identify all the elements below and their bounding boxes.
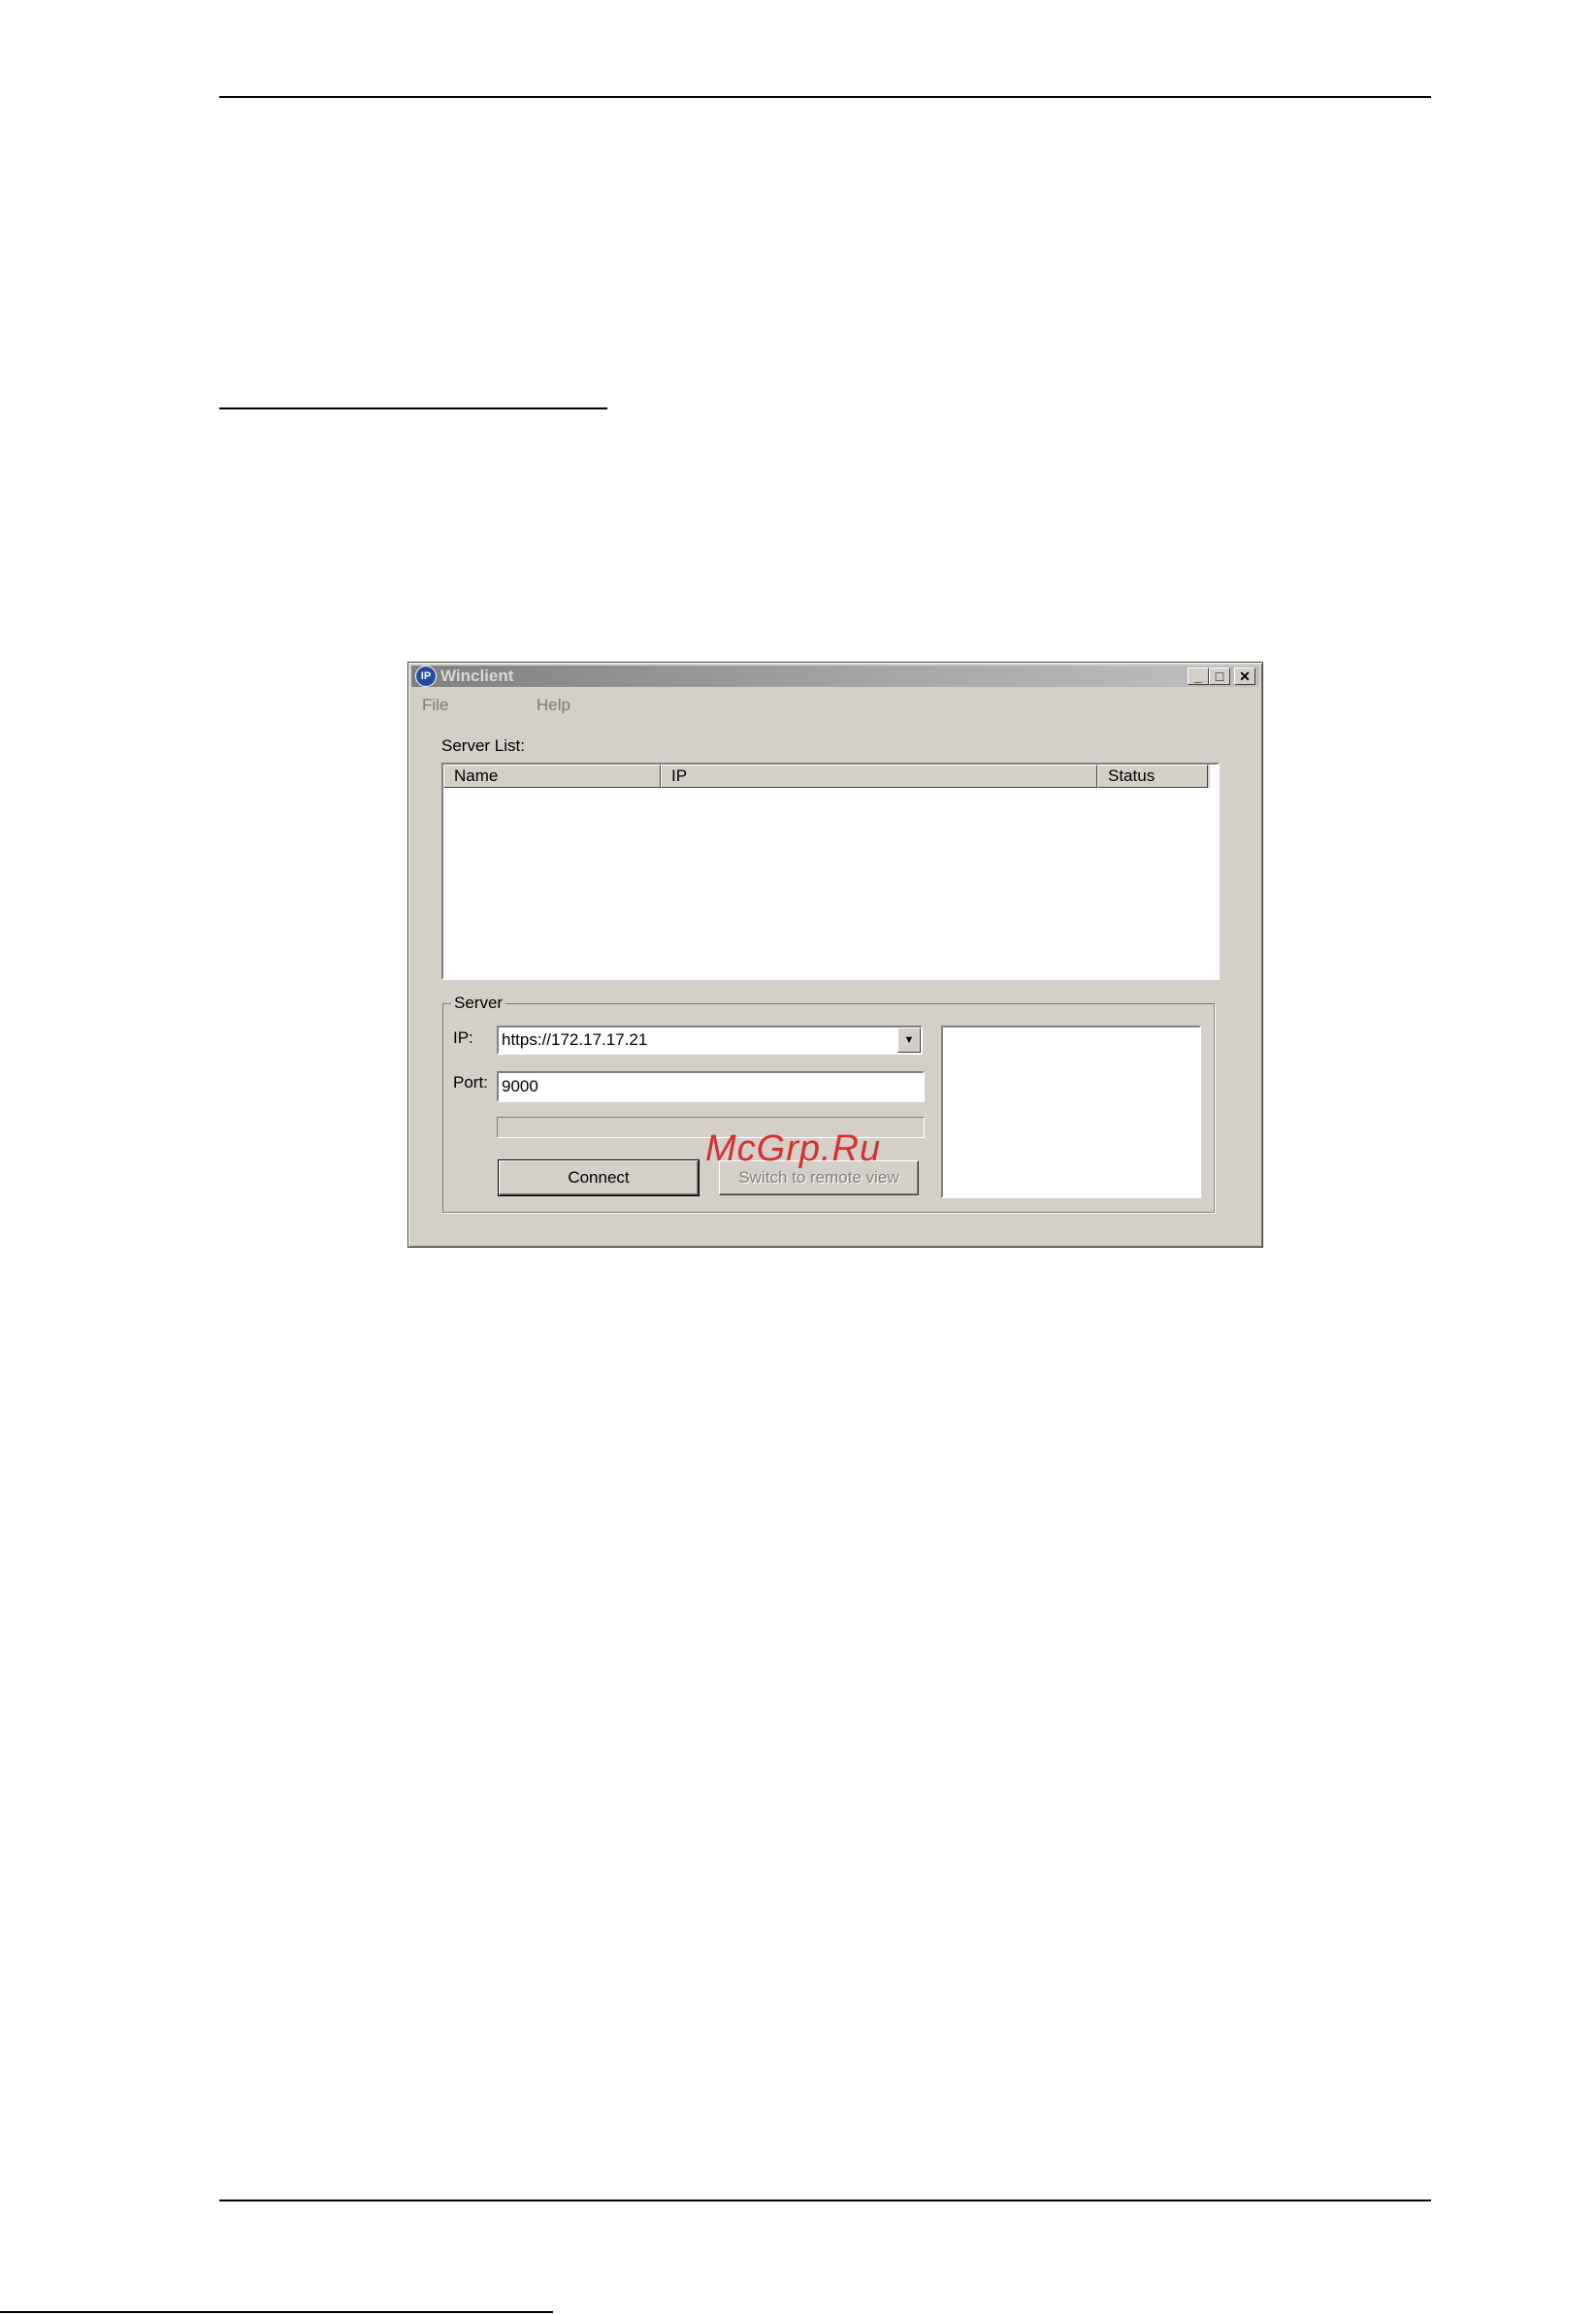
preview-panel (941, 1026, 1201, 1198)
server-group-legend: Server (451, 994, 506, 1013)
menu-file[interactable]: File (422, 696, 448, 715)
ip-logo-icon: IP (415, 666, 437, 687)
page-bottom-rule (0, 2311, 553, 2313)
footer-rule (219, 2200, 1431, 2201)
header-rule (219, 96, 1431, 98)
section-underline (219, 407, 607, 409)
column-header-ip[interactable]: IP (661, 765, 1097, 788)
column-header-status[interactable]: Status (1097, 765, 1208, 788)
port-input[interactable]: 9000 (497, 1071, 925, 1102)
menu-help[interactable]: Help (537, 696, 570, 715)
server-list[interactable]: Name IP Status (441, 763, 1220, 980)
watermark-logo: McGrp.Ru (705, 1128, 882, 1169)
ip-value: https://172.17.17.21 (502, 1030, 648, 1049)
column-header-name[interactable]: Name (443, 765, 661, 788)
server-list-label: Server List: (441, 736, 525, 755)
maximize-button[interactable]: □ (1209, 668, 1230, 685)
server-groupbox: Server IP: https://172.17.17.21 ▼ Port: … (442, 994, 1215, 1213)
ip-label: IP: (453, 1028, 473, 1047)
connect-button[interactable]: Connect (498, 1159, 700, 1196)
minimize-button[interactable]: _ (1188, 668, 1209, 685)
dropdown-arrow-icon[interactable]: ▼ (897, 1027, 921, 1053)
port-label: Port: (453, 1073, 488, 1092)
window-title: Winclient (440, 667, 514, 685)
title-bar[interactable]: IP Winclient _ □ ✕ (411, 666, 1259, 687)
list-header: Name IP Status (443, 765, 1210, 788)
close-button[interactable]: ✕ (1234, 668, 1255, 685)
ip-combobox[interactable]: https://172.17.17.21 ▼ (497, 1026, 923, 1055)
